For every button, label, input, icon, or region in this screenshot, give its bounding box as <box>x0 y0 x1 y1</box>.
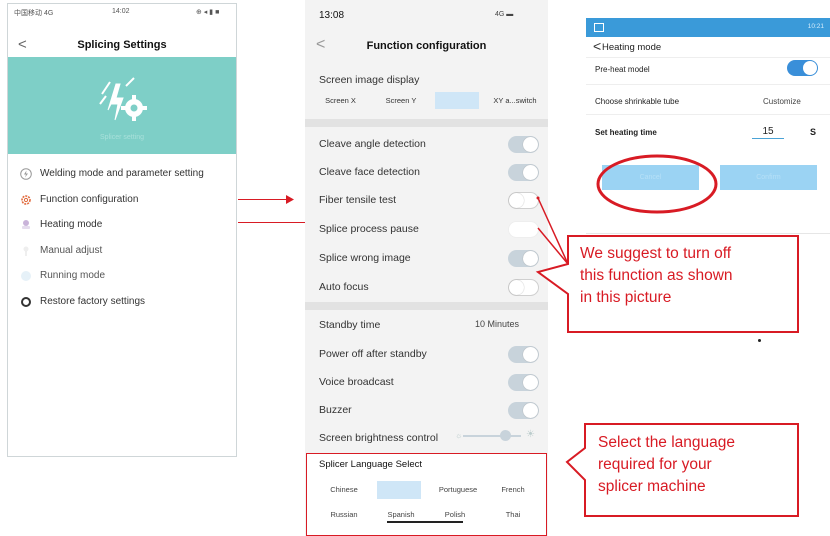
status-bar: 中国移动 4G 14:02 ⊕ ◂ ▮ ■ <box>8 4 236 20</box>
toggle-label: Splice process pause <box>319 223 419 235</box>
lang-spanish[interactable]: Spanish <box>379 508 423 522</box>
language-title: Splicer Language Select <box>319 459 422 470</box>
carrier-text: 中国移动 4G <box>14 10 54 17</box>
heating-time-input[interactable]: 15 <box>752 126 784 139</box>
tube-label: Choose shrinkable tube <box>595 97 680 106</box>
divider <box>586 84 830 85</box>
brightness-label: Screen brightness control <box>319 432 439 444</box>
run-icon <box>21 271 31 281</box>
signal-text: 4G <box>495 11 505 18</box>
connector-arrow-line <box>238 199 288 200</box>
pin-icon <box>23 246 29 256</box>
language-scroll-indicator <box>387 521 463 523</box>
status-time: 13:08 <box>319 10 345 21</box>
settings-item-label: Restore factory settings <box>40 295 146 307</box>
function-config-screen: 13:08 4G ▬ < Function configuration Scre… <box>305 0 548 536</box>
toggle-label: Cleave angle detection <box>319 138 426 150</box>
lang-chinese[interactable]: Chinese <box>322 483 366 497</box>
status-time: 10:21 <box>807 23 824 30</box>
preheat-toggle[interactable] <box>787 60 818 76</box>
settings-item-label: Welding mode and parameter setting <box>40 168 204 179</box>
settings-item-manual-adjust[interactable]: Manual adjust <box>8 239 236 265</box>
connector-arrow-head <box>286 195 294 204</box>
page-title: Heating mode <box>602 42 662 53</box>
voice-broadcast-toggle[interactable] <box>508 374 539 391</box>
callout-1-line: in this picture <box>580 289 672 306</box>
dot-mark <box>758 339 761 342</box>
screen-option-xy[interactable]: Screen X/Y <box>435 92 479 109</box>
brightness-slider-handle[interactable] <box>500 430 511 441</box>
callout-1-line: We suggest to turn off <box>580 245 732 262</box>
lang-russian[interactable]: Russian <box>322 508 366 522</box>
settings-item-function-config[interactable]: Function configuration <box>8 188 236 214</box>
settings-item-label: Running mode <box>40 270 106 281</box>
heating-time-label: Set heating time <box>595 128 657 137</box>
lang-portuguese[interactable]: Portuguese <box>433 483 483 497</box>
back-button[interactable]: < <box>593 38 601 54</box>
screen-option-x[interactable]: Screen X <box>313 92 368 109</box>
section-divider <box>305 119 548 127</box>
settings-item-welding[interactable]: Welding mode and parameter setting <box>8 162 236 188</box>
screen-option-switch[interactable]: XY a...switch <box>483 92 547 109</box>
screen-display-label: Screen image display <box>319 74 420 86</box>
power-off-toggle[interactable] <box>508 346 539 363</box>
signal-icon: 4G ▬ <box>495 11 514 18</box>
settings-item-label: Heating mode <box>40 219 103 230</box>
battery-icon: ⊕ ◂ ▮ ■ <box>196 9 220 16</box>
brightness-slider[interactable] <box>463 435 521 437</box>
brightness-low-icon: ☼ <box>455 431 463 440</box>
brightness-high-icon: ☀ <box>526 429 535 440</box>
page-title: Splicing Settings <box>77 39 167 51</box>
cleave-angle-toggle[interactable] <box>508 136 539 153</box>
toggle-label: Voice broadcast <box>319 376 394 388</box>
section-divider <box>305 302 548 310</box>
callout-1-line: this function as shown <box>580 267 733 284</box>
tube-value[interactable]: Customize <box>763 97 801 106</box>
settings-item-label: Manual adjust <box>40 244 103 256</box>
callout-2-line: required for your <box>598 456 712 473</box>
notification-icon <box>594 23 604 32</box>
settings-item-heating[interactable]: Heating mode <box>8 213 236 239</box>
lang-french[interactable]: French <box>491 483 535 497</box>
gear-icon <box>21 194 31 205</box>
callout-2-line: splicer machine <box>598 478 706 495</box>
settings-item-restore[interactable]: Restore factory settings <box>8 290 236 316</box>
toggle-label: Buzzer <box>319 404 352 416</box>
callout-2-text: Select the language required for your sp… <box>598 432 735 498</box>
cleave-face-toggle[interactable] <box>508 164 539 181</box>
settings-item-label: Function configuration <box>40 193 139 205</box>
status-time: 14:02 <box>112 8 130 15</box>
lightning-icon <box>20 168 32 180</box>
splicing-settings-screen: 中国移动 4G 14:02 ⊕ ◂ ▮ ■ < Splicing Setting… <box>7 3 237 457</box>
standby-value[interactable]: 10 Minutes <box>475 319 519 329</box>
lang-english[interactable]: English <box>377 481 421 499</box>
divider <box>586 57 830 58</box>
settings-banner: Splicer setting <box>8 57 236 154</box>
standby-label: Standby time <box>319 319 381 331</box>
toggle-label: Auto focus <box>319 281 369 293</box>
toggle-label: Splice wrong image <box>319 252 411 264</box>
settings-list: Welding mode and parameter setting Funct… <box>8 162 236 315</box>
nav-bar: < Splicing Settings <box>8 34 236 58</box>
toggle-label: Fiber tensile test <box>319 194 397 206</box>
screen-option-y[interactable]: Screen Y <box>372 92 430 109</box>
restore-icon <box>21 296 31 307</box>
buzzer-toggle[interactable] <box>508 402 539 419</box>
callout-1-text: We suggest to turn off this function as … <box>580 243 733 309</box>
lang-polish[interactable]: Polish <box>433 508 477 522</box>
toggle-label: Power off after standby <box>319 348 427 360</box>
callout-2-line: Select the language <box>598 434 736 451</box>
toggle-label: Cleave face detection <box>319 166 420 178</box>
status-bar: 10:21 <box>586 18 830 37</box>
lang-thai[interactable]: Thai <box>491 508 535 522</box>
confirm-button[interactable]: Confirm <box>720 165 817 190</box>
splicer-settings-icon <box>99 77 147 121</box>
heating-time-unit: S <box>810 127 817 137</box>
preheat-label: Pre-heat model <box>595 65 650 74</box>
divider <box>586 114 830 115</box>
settings-item-running-mode[interactable]: Running mode <box>8 264 236 290</box>
heater-icon <box>22 220 30 229</box>
banner-caption: Splicer setting <box>100 134 144 141</box>
page-title: Function configuration <box>366 40 487 52</box>
